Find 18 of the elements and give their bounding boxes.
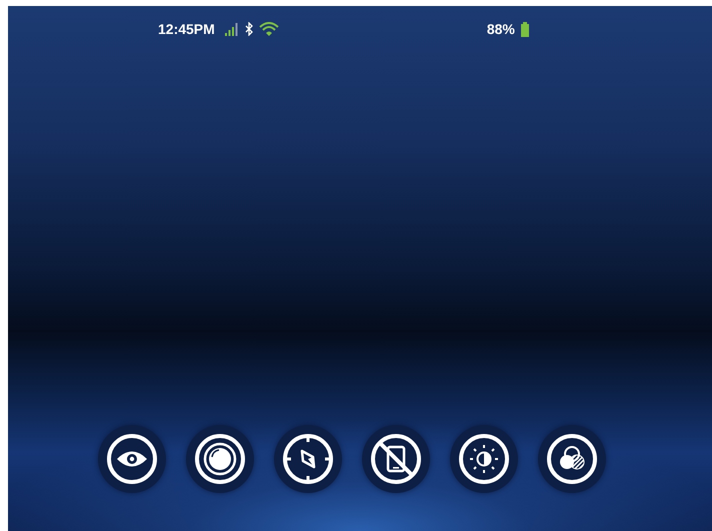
wifi-icon: [258, 22, 279, 36]
no-phone-button[interactable]: [362, 425, 430, 493]
compass-icon: [282, 433, 334, 485]
lens-icon: [194, 433, 246, 485]
lens-button[interactable]: [186, 425, 254, 493]
brightness-icon: [458, 433, 510, 485]
battery-percent: 88%: [486, 21, 515, 37]
color-filter-icon: [546, 433, 598, 485]
no-phone-icon: [370, 433, 422, 485]
signal-icon: [224, 22, 239, 36]
compass-button[interactable]: [274, 425, 342, 493]
bluetooth-icon: [244, 22, 253, 36]
battery-icon: [520, 22, 529, 36]
brightness-button[interactable]: [450, 425, 518, 493]
eye-icon: [106, 433, 158, 485]
eye-button[interactable]: [98, 425, 166, 493]
color-filter-button[interactable]: [538, 425, 606, 493]
status-time: 12:45PM: [158, 21, 215, 37]
